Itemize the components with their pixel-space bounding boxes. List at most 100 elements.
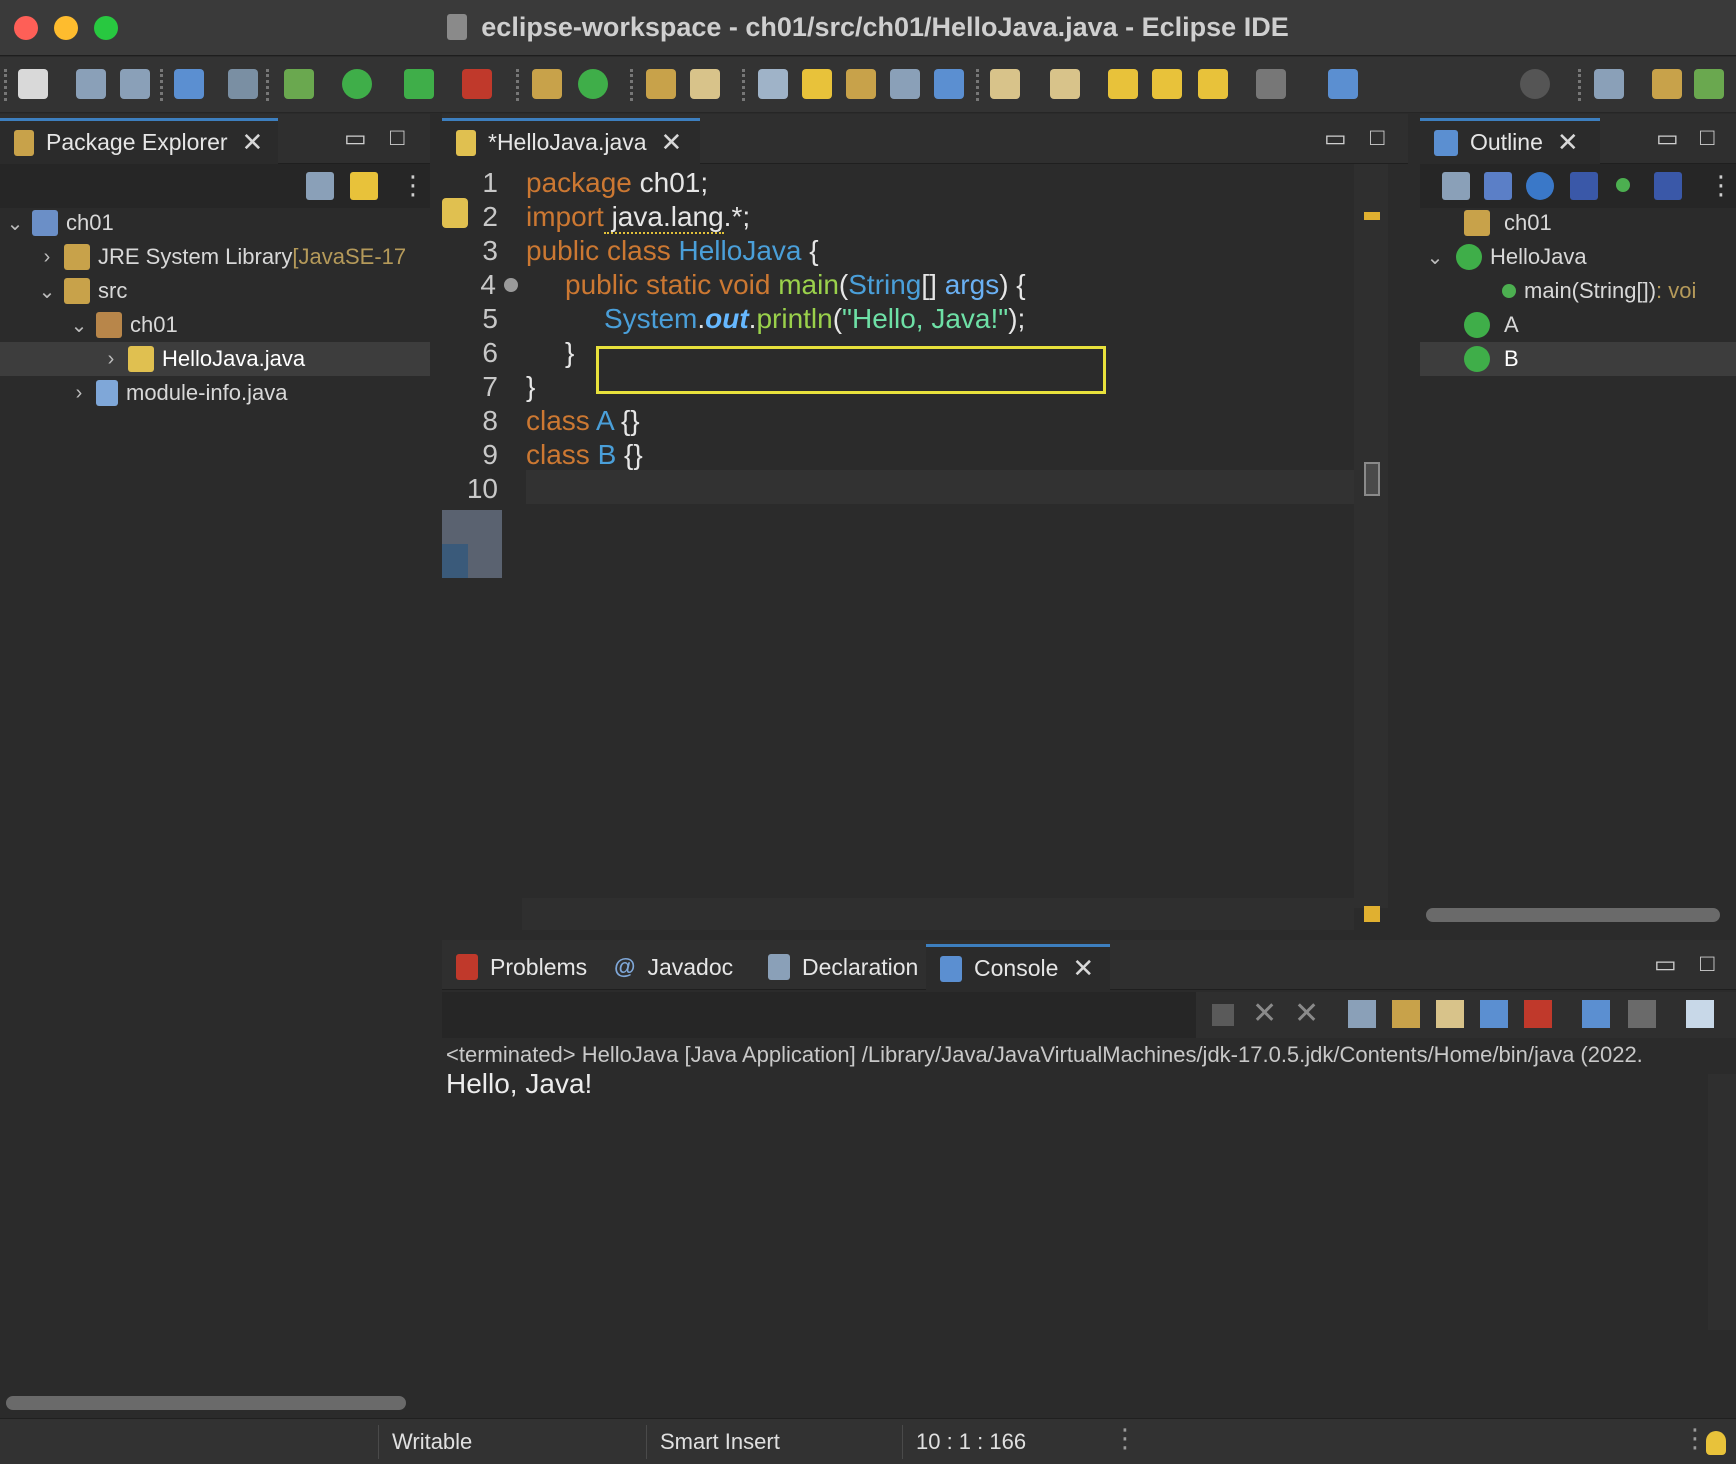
tab-declaration[interactable]: Declaration [754,944,932,990]
back-arrow-icon[interactable] [1198,69,1228,99]
status-menu-icon[interactable]: ⋮ [1112,1423,1138,1454]
maximize-icon[interactable]: □ [390,124,405,152]
console-output[interactable]: Hello, Java! [446,1068,592,1100]
maximize-icon[interactable]: □ [1700,124,1715,152]
display-selected-console-icon[interactable] [1628,1000,1656,1028]
status-cursor-position[interactable]: 10 : 1 : 166 [916,1429,1026,1455]
open-perspective-icon[interactable] [1594,69,1624,99]
link-with-editor-icon[interactable] [350,172,378,200]
debug-icon[interactable] [284,69,314,99]
open-console-icon[interactable] [174,69,204,99]
status-menu-icon[interactable]: ⋮ [1682,1423,1708,1454]
debug-perspective-icon[interactable] [1694,69,1724,99]
next-annotation-icon[interactable] [990,69,1020,99]
pin-editor-icon[interactable] [1328,69,1358,99]
search-icon[interactable] [1520,69,1550,99]
summary-warning-marker[interactable] [1364,906,1380,922]
new-wizard-icon[interactable] [18,69,48,99]
tree-item-module-info[interactable]: › module-info.java [0,376,430,410]
tab-hellojava[interactable]: *HelloJava.java ✕ [442,118,700,164]
hide-non-public-icon[interactable] [1616,178,1630,192]
outline-item-b[interactable]: B [1420,342,1736,376]
clear-console-icon[interactable] [1348,1000,1376,1028]
maximize-icon[interactable]: □ [1700,950,1715,978]
outline-item-package[interactable]: ch01 [1420,206,1736,240]
status-insert-mode[interactable]: Smart Insert [660,1429,780,1455]
fold-icon[interactable] [504,278,518,292]
chevron-down-icon[interactable]: ⌄ [36,279,58,304]
scroll-lock-icon[interactable] [1392,1000,1420,1028]
coverage-icon[interactable] [404,69,434,99]
show-whitespace-icon[interactable] [890,69,920,99]
outline-item-hellojava[interactable]: ⌄ HelloJava [1420,240,1736,274]
view-menu-icon[interactable]: ⋮ [400,170,426,201]
editor-horizontal-scrollbar[interactable] [522,898,1354,930]
minimize-icon[interactable]: ▭ [1654,950,1677,979]
tab-console[interactable]: Console ✕ [926,944,1110,990]
minimize-icon[interactable]: ▭ [1324,124,1347,153]
open-console-icon[interactable] [1686,1000,1714,1028]
chevron-right-icon[interactable]: › [68,382,90,405]
new-java-class-icon[interactable] [578,69,608,99]
outline-item-a[interactable]: A [1420,308,1736,342]
show-on-error-icon[interactable] [1524,1000,1552,1028]
tab-javadoc[interactable]: @ Javadoc [600,944,747,990]
chevron-down-icon[interactable]: ⌄ [68,313,90,338]
word-wrap-icon[interactable] [1436,1000,1464,1028]
overview-ruler[interactable] [1354,164,1388,922]
open-type-icon[interactable] [646,69,676,99]
tree-item-package[interactable]: ⌄ ch01 [0,308,430,342]
tab-problems[interactable]: Problems [442,944,601,990]
pilcrow-icon[interactable] [934,69,964,99]
previous-annotation-icon[interactable] [1050,69,1080,99]
chevron-right-icon[interactable]: › [100,348,122,371]
chevron-right-icon[interactable]: › [36,246,58,269]
minimize-icon[interactable]: ▭ [344,124,367,153]
terminate-icon[interactable] [1212,1004,1234,1026]
search-brush-icon[interactable] [690,69,720,99]
tree-item-hellojava[interactable]: › HelloJava.java [0,342,430,376]
maximize-icon[interactable]: □ [1370,124,1385,152]
hide-fields-icon[interactable] [1526,172,1554,200]
minimize-icon[interactable]: ▭ [1656,124,1679,153]
tree-item-project[interactable]: ⌄ ch01 [0,206,430,240]
hide-static-icon[interactable] [1570,172,1598,200]
pin-console-icon[interactable] [1582,1000,1610,1028]
remove-all-terminated-icon[interactable]: ✕ [1294,996,1319,1031]
block-selection-icon[interactable] [846,69,876,99]
external-tools-icon[interactable] [462,69,492,99]
outline-item-main[interactable]: main(String[]) : voi [1420,274,1736,308]
mark-occurrences-icon[interactable] [802,69,832,99]
tab-package-explorer[interactable]: Package Explorer ✕ [0,118,278,164]
toggle-ant-icon[interactable] [758,69,788,99]
forward-arrow-icon[interactable] [1256,69,1286,99]
horizontal-scrollbar[interactable] [6,1396,406,1410]
view-menu-icon[interactable]: ⋮ [1708,170,1734,201]
run-icon[interactable] [342,69,372,99]
code-area[interactable]: package ch01; import java.lang.*; public… [526,164,1356,908]
tab-outline[interactable]: Outline ✕ [1420,118,1600,164]
skip-breakpoints-icon[interactable] [228,69,258,99]
collapse-all-icon[interactable] [306,172,334,200]
close-icon[interactable]: ✕ [242,127,264,158]
warning-marker[interactable] [1364,212,1380,220]
lightbulb-icon[interactable] [1706,1431,1726,1455]
chevron-down-icon[interactable]: ⌄ [4,211,26,236]
sort-icon[interactable] [1484,172,1512,200]
chevron-down-icon[interactable]: ⌄ [1424,245,1446,270]
close-icon[interactable]: ✕ [1072,953,1094,984]
close-icon[interactable]: ✕ [661,127,683,158]
tree-item-src[interactable]: ⌄ src [0,274,430,308]
console-vertical-scrollbar[interactable] [1708,1074,1736,1330]
outline-horizontal-scrollbar[interactable] [1426,908,1720,922]
tree-item-jre-library[interactable]: › JRE System Library [JavaSE-17 [0,240,430,274]
collapse-all-icon[interactable] [1442,172,1470,200]
show-on-output-icon[interactable] [1480,1000,1508,1028]
scroll-thumb[interactable] [1364,462,1380,496]
new-java-package-icon[interactable] [532,69,562,99]
save-all-icon[interactable] [120,69,150,99]
save-icon[interactable] [76,69,106,99]
remove-launch-icon[interactable]: ✕ [1252,996,1277,1031]
close-icon[interactable]: ✕ [1557,127,1579,158]
hide-local-types-icon[interactable] [1654,172,1682,200]
